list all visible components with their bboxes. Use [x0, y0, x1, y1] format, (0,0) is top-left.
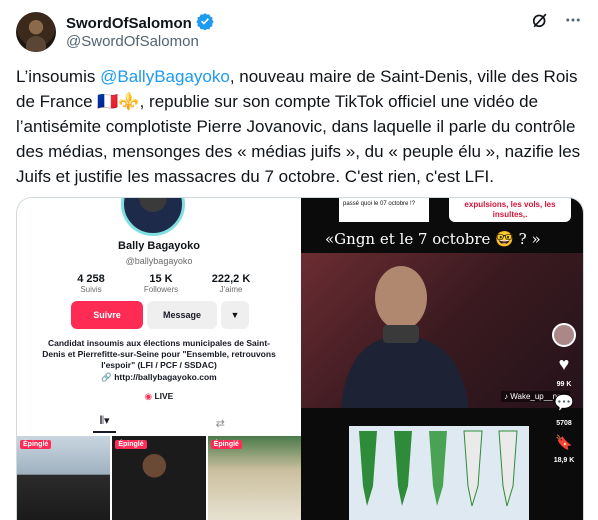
- avatar[interactable]: [16, 12, 56, 52]
- video-frame: [301, 253, 583, 408]
- tweet-text-start: L’insoumis: [16, 67, 101, 86]
- stat-following: 4 258 Suivis: [61, 273, 121, 294]
- stat-value: 15 K: [149, 273, 173, 285]
- comments-count: 5708: [556, 420, 572, 427]
- pinned-badge: Épinglé: [115, 440, 147, 449]
- media-attachment[interactable]: Bally Bagayoko @ballybagayoko 4 258 Suiv…: [16, 197, 584, 520]
- stat-label: J'aime: [219, 285, 243, 294]
- tiktok-stats: 4 258 Suivis 15 K Followers 222,2 K J'ai…: [61, 273, 261, 294]
- tiktok-tabs: ⦀▾ ⇄: [17, 412, 301, 434]
- verified-badge-icon: [196, 12, 214, 35]
- video-side-actions: ♥ 99 K 💬 5708 🔖 18,9 K: [547, 323, 581, 464]
- tiktok-video-grid: Épinglé Épinglé Épinglé: [17, 436, 301, 520]
- author-name-row: SwordOfSalomon: [66, 12, 214, 35]
- tiktok-bio: Candidat insoumis aux élections municipa…: [42, 338, 276, 370]
- red-caption: expulsions, les vols, les insultes,.: [449, 198, 571, 222]
- grok-icon[interactable]: [530, 10, 550, 35]
- grid-tab-icon: ⦀▾: [93, 414, 116, 433]
- chevron-down-icon: ▼: [221, 301, 249, 329]
- tiktok-link-text: http://ballybagayoko.com: [114, 372, 217, 382]
- tiktok-name: Bally Bagayoko: [118, 240, 200, 252]
- heart-icon: ♥: [558, 354, 570, 374]
- likes-count: 99 K: [556, 381, 572, 388]
- stat-likes: 222,2 K J'aime: [201, 273, 261, 294]
- question-overlay: passé quoi le 07 octobre !?: [339, 198, 429, 222]
- video-divider: [301, 408, 583, 422]
- tiktok-username: @ballybagayoko: [125, 256, 193, 266]
- video-thumb: Épinglé: [17, 436, 111, 520]
- tiktok-video-screenshot: passé quoi le 07 octobre !? expulsions, …: [301, 198, 583, 520]
- map-illustration: [349, 426, 529, 520]
- tiktok-avatar: [121, 198, 185, 236]
- stat-value: 222,2 K: [211, 273, 251, 285]
- tiktok-actions: Suivre Message ▼: [71, 301, 249, 329]
- author-handle[interactable]: @SwordOfSalomon: [66, 33, 199, 50]
- creator-avatar-icon: [552, 323, 576, 347]
- bookmark-icon: 🔖: [555, 434, 573, 450]
- header-actions: [530, 10, 582, 35]
- pinned-badge: Épinglé: [20, 440, 52, 449]
- follow-button: Suivre: [71, 301, 143, 329]
- comment-icon: 💬: [554, 395, 574, 412]
- tiktok-link: 🔗 http://ballybagayoko.com: [101, 372, 217, 382]
- video-thumb: Épinglé: [207, 436, 301, 520]
- pinned-badge: Épinglé: [210, 440, 242, 449]
- repost-tab-icon: ⇄: [215, 417, 225, 430]
- display-name[interactable]: SwordOfSalomon: [66, 15, 192, 32]
- live-icon: ◉: [144, 391, 153, 401]
- mention-link[interactable]: @BallyBagayoko: [100, 67, 230, 86]
- stat-value: 4 258: [77, 273, 105, 285]
- stat-label: Followers: [143, 285, 179, 294]
- stat-followers: 15 K Followers: [131, 273, 191, 294]
- tiktok-live: ◉ LIVE: [17, 391, 301, 402]
- message-button: Message: [147, 301, 217, 329]
- tiktok-profile-screenshot: Bally Bagayoko @ballybagayoko 4 258 Suiv…: [17, 198, 301, 520]
- live-label: LIVE: [154, 391, 174, 401]
- stat-label: Suivis: [80, 285, 102, 294]
- tweet: SwordOfSalomon @SwordOfSalomon L’insoumi…: [0, 0, 598, 520]
- more-options-icon[interactable]: [564, 11, 582, 34]
- video-thumb: Épinglé: [112, 436, 206, 520]
- saves-count: 18,9 K: [553, 457, 575, 464]
- video-title-caption: «Gngn et le 7 octobre 🤓 ? »: [325, 230, 541, 248]
- tweet-text: L’insoumis @BallyBagayoko, nouveau maire…: [16, 64, 586, 189]
